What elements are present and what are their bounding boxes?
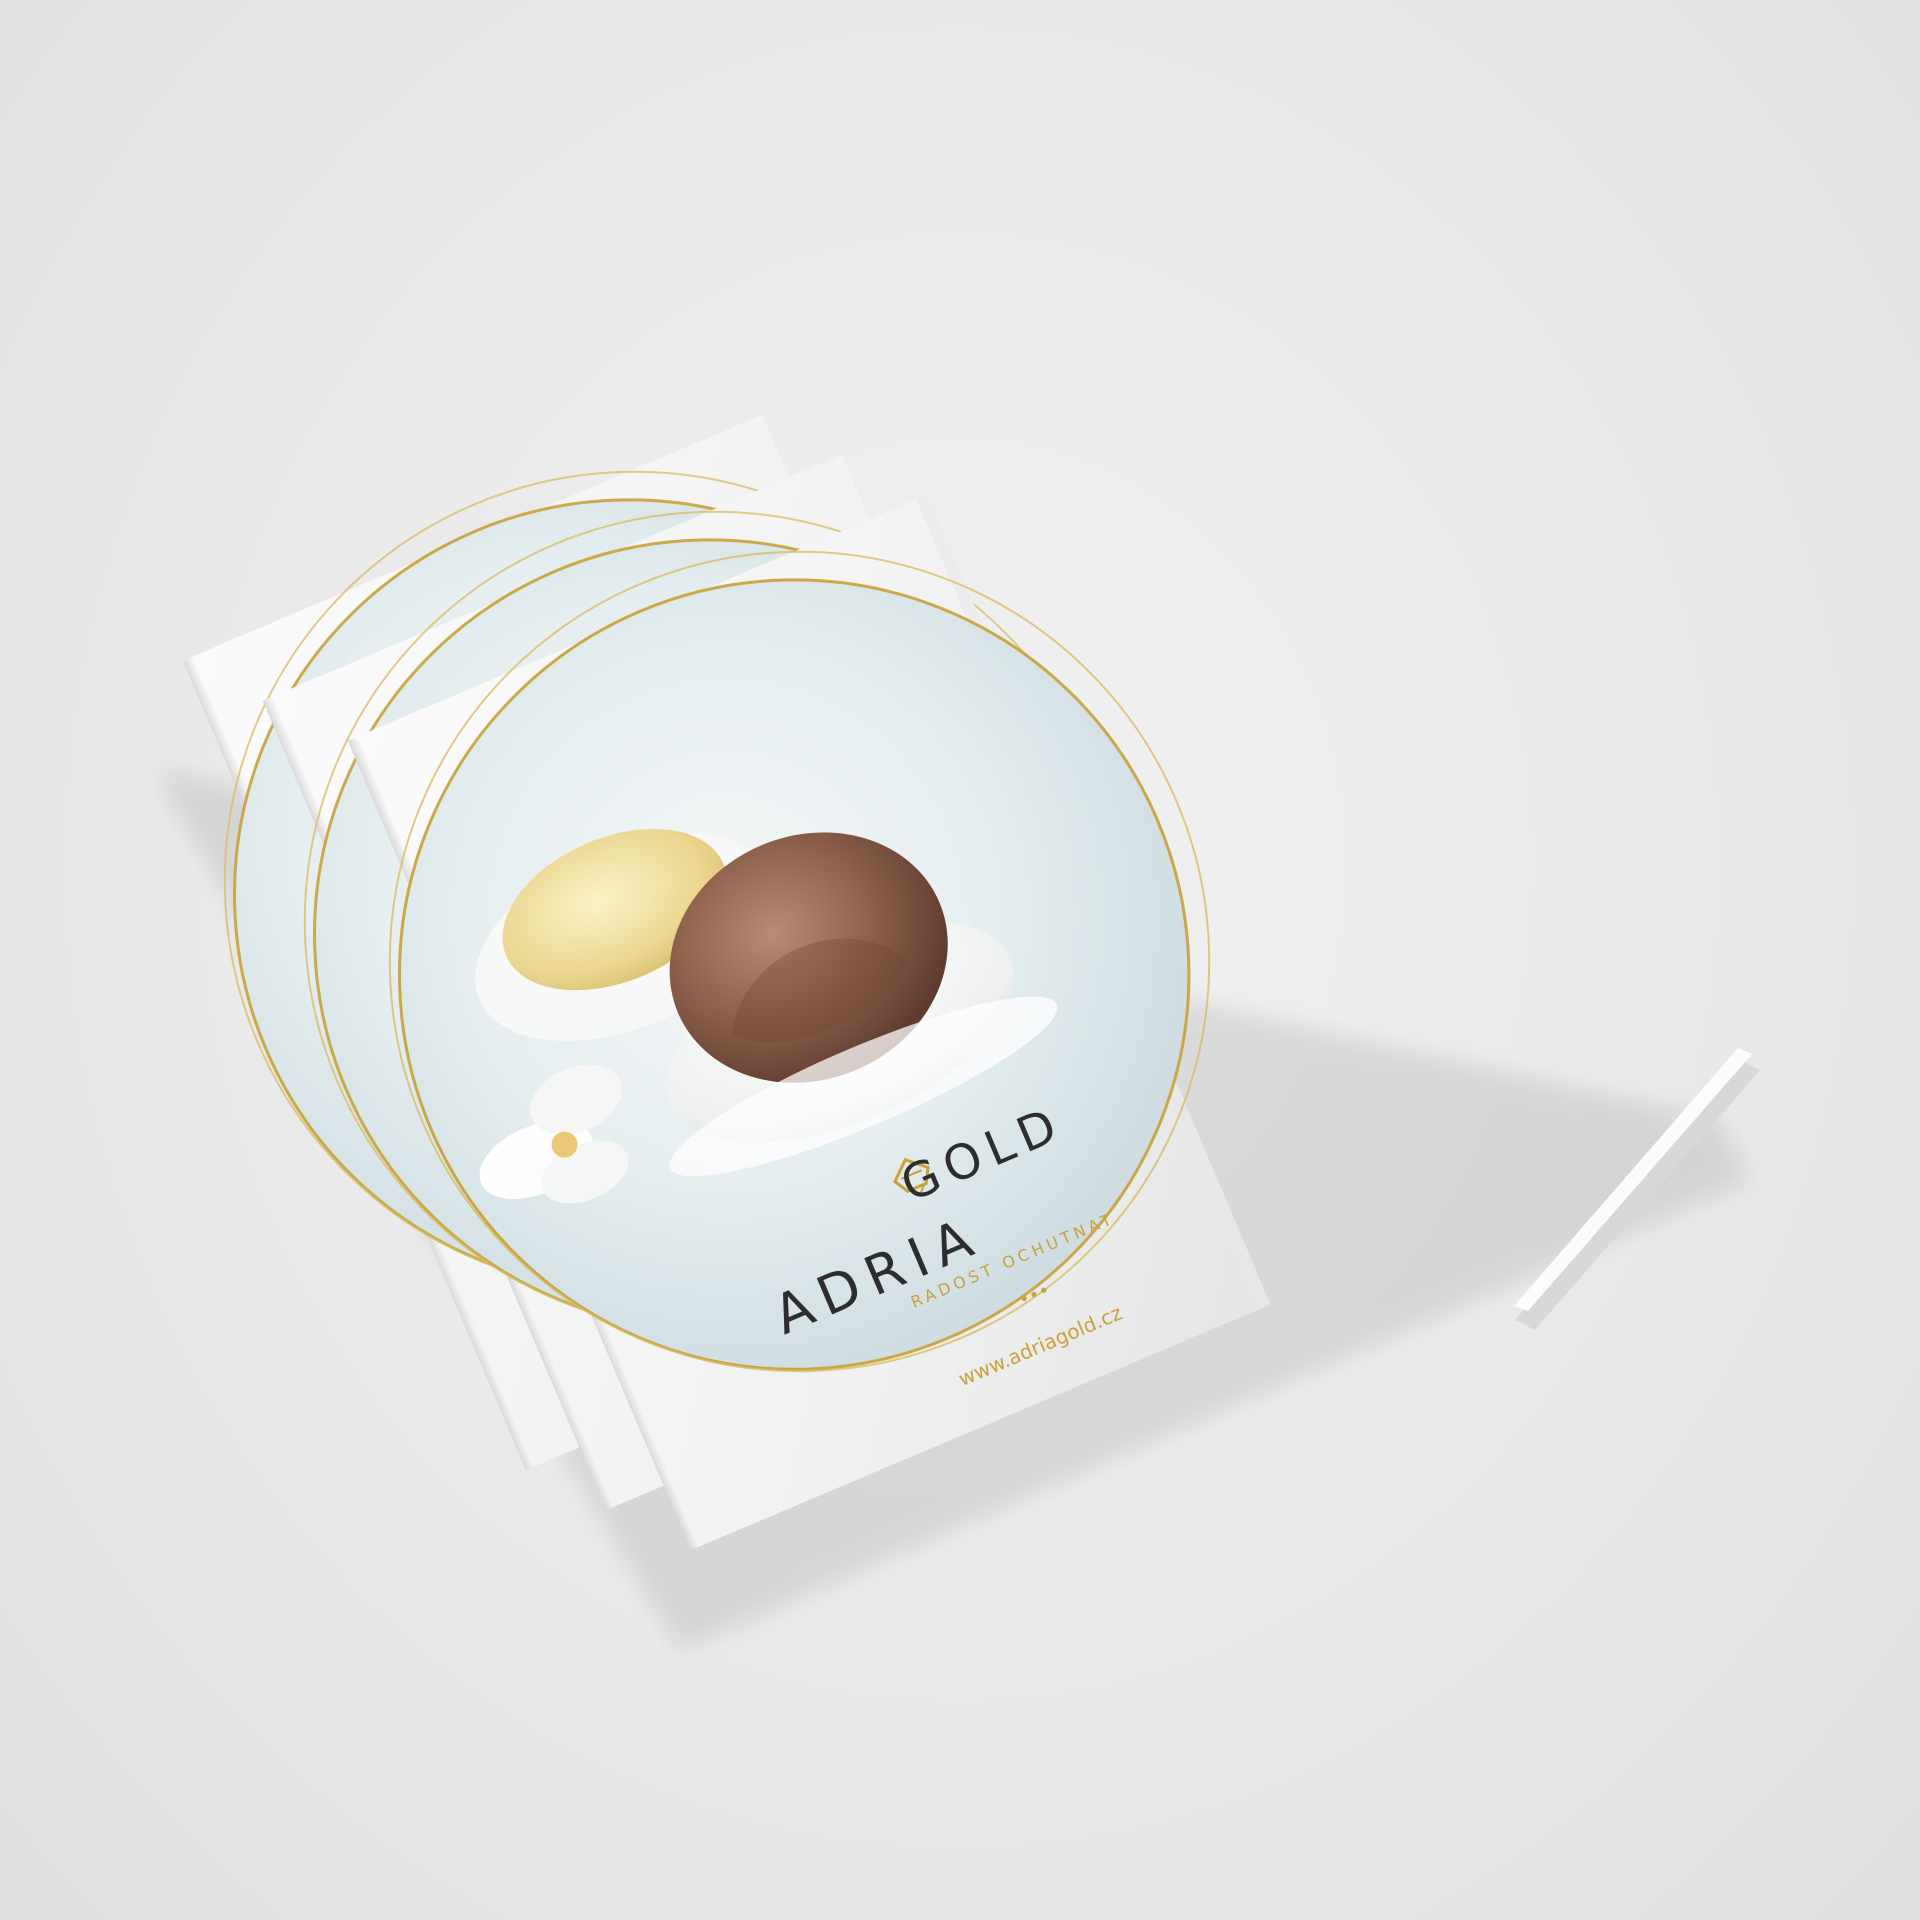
brochure-stack-svg: GOLD ADRIA RADOST OCHUTNAT ••• www.adria… xyxy=(160,414,1760,1650)
brochure-mockup-scene: GOLD ADRIA RADOST OCHUTNAT ••• www.adria… xyxy=(0,0,1920,1920)
